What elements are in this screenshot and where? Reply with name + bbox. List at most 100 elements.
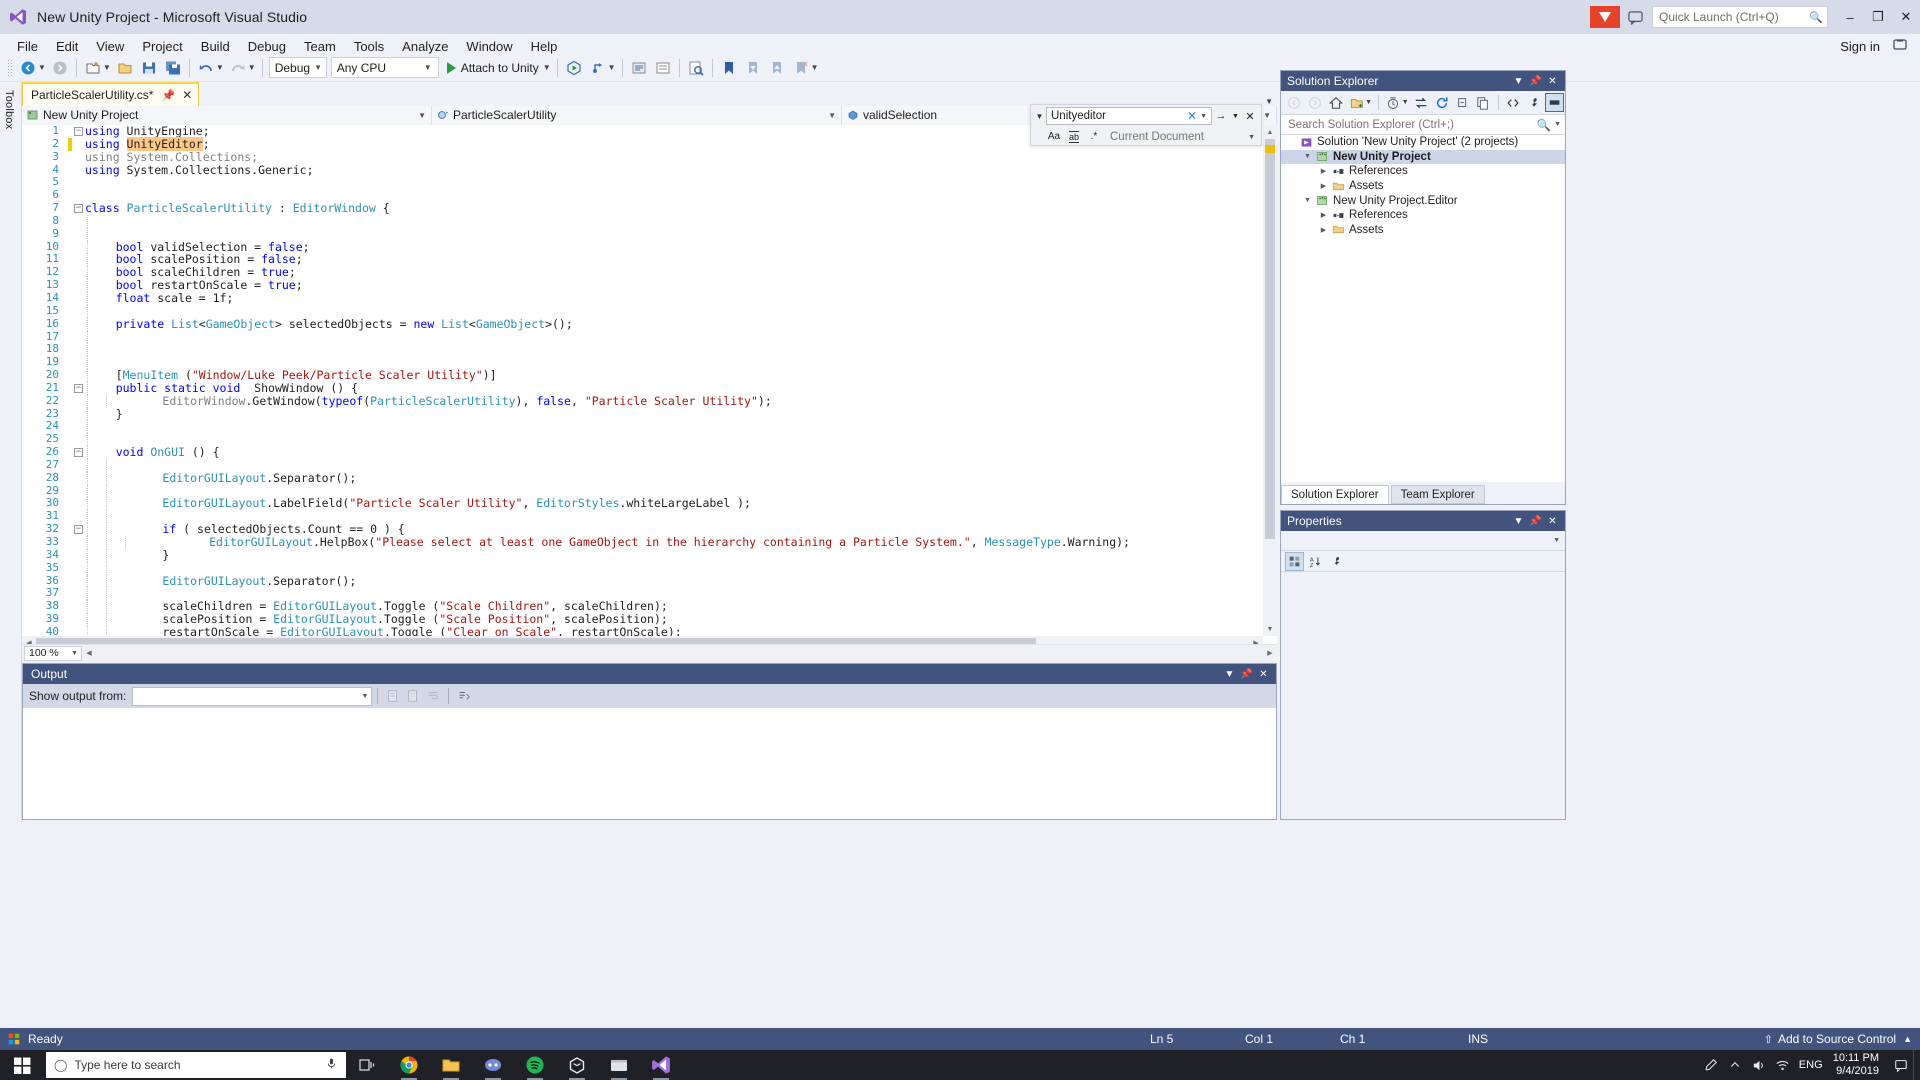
toolbar-grip[interactable] xyxy=(7,58,13,77)
tab-team-explorer[interactable]: Team Explorer xyxy=(1390,485,1485,504)
windows-start-icon[interactable] xyxy=(0,1050,45,1080)
tree-item[interactable]: ▼ New Unity Project.Editor xyxy=(1281,193,1565,208)
maximize-button[interactable]: ❐ xyxy=(1864,0,1892,34)
home-icon[interactable] xyxy=(1327,93,1346,112)
tree-item[interactable]: Solution 'New Unity Project' (2 projects… xyxy=(1281,135,1565,150)
comment-icon[interactable] xyxy=(628,57,650,79)
attach-dropdown-icon[interactable]: ▼ xyxy=(543,63,551,72)
window-dropdown-icon[interactable]: ▼ xyxy=(1510,513,1527,530)
add-new-item-icon[interactable] xyxy=(1347,93,1366,112)
add-to-source-control-button[interactable]: ⇧ Add to Source Control ▲ xyxy=(1764,1032,1912,1046)
redo-dropdown-icon[interactable]: ▼ xyxy=(248,63,256,72)
toggle-wordwrap-icon[interactable] xyxy=(423,686,443,706)
chevron-down-icon[interactable]: ▼ xyxy=(1301,197,1314,204)
next-bookmark-icon[interactable] xyxy=(766,57,788,79)
code-line[interactable]: 17 xyxy=(22,330,1263,344)
action-center-icon[interactable] xyxy=(1889,1050,1913,1080)
code-line[interactable]: 18 xyxy=(22,342,1263,357)
code-line[interactable]: 14 float scale = 1f; xyxy=(22,291,1263,305)
zoom-level-combo[interactable]: 100 % ▼ xyxy=(24,645,82,661)
tree-item[interactable]: ▶ References xyxy=(1281,208,1565,223)
find-next-arrow-icon[interactable]: → xyxy=(1212,107,1230,125)
navbar-project-combo[interactable]: New Unity Project ▼ xyxy=(22,105,432,125)
code-line[interactable]: 5 xyxy=(22,176,1263,189)
close-button[interactable]: ✕ xyxy=(1892,0,1920,34)
chevron-right-icon[interactable]: ▶ xyxy=(1317,182,1330,190)
code-line[interactable]: 7− class ParticleScalerUtility : EditorWi… xyxy=(22,201,1263,215)
feedback-smiley-icon[interactable] xyxy=(1624,6,1646,28)
toolbox-strip[interactable]: Toolbox xyxy=(0,82,22,822)
window-dropdown-icon[interactable]: ▼ xyxy=(1221,666,1238,683)
taskbar-unity-icon[interactable] xyxy=(556,1050,598,1080)
close-icon[interactable]: ✕ xyxy=(1544,73,1561,90)
sync-with-active-document-icon[interactable] xyxy=(1412,93,1431,112)
clock[interactable]: 10:11 PM 9/4/2019 xyxy=(1827,1052,1889,1078)
new-project-dropdown-icon[interactable]: ▼ xyxy=(103,63,111,72)
navigate-back-dropdown-icon[interactable]: ▼ xyxy=(38,63,46,72)
navbar-type-combo[interactable]: ParticleScalerUtility ▼ xyxy=(432,105,842,125)
new-project-icon[interactable] xyxy=(82,57,104,79)
close-icon[interactable]: ✕ xyxy=(182,88,192,102)
attach-to-unity-button[interactable]: Attach to Unity xyxy=(441,61,545,75)
solution-platform-combo[interactable]: Any CPU ▼ xyxy=(330,57,439,78)
uncomment-icon[interactable] xyxy=(652,57,674,79)
clear-all-icon[interactable] xyxy=(403,686,423,706)
refresh-icon[interactable] xyxy=(1432,93,1451,112)
dropdown-caret-icon[interactable]: ▼ xyxy=(1200,113,1209,120)
step-icon[interactable] xyxy=(587,57,609,79)
search-dropdown-icon[interactable]: ▼ xyxy=(1551,121,1561,128)
code-line[interactable]: 24 xyxy=(22,420,1263,434)
pin-icon[interactable]: 📌 xyxy=(161,89,175,102)
taskbar-file-explorer-icon[interactable] xyxy=(430,1050,472,1080)
taskbar-terminal-icon[interactable] xyxy=(598,1050,640,1080)
code-line[interactable]: 33 EditorGUILayout.HelpBox("Please selec… xyxy=(22,535,1263,549)
navigate-back-icon[interactable] xyxy=(17,57,39,79)
code-editor[interactable]: 1− using UnityEngine; 2 using UnityEditor; 3… xyxy=(22,125,1277,650)
find-input[interactable]: Unityeditor ✕ ▼ xyxy=(1046,107,1212,125)
chevron-right-icon[interactable]: ▶ xyxy=(1317,211,1330,219)
close-icon[interactable]: ✕ xyxy=(1255,666,1272,683)
code-text-area[interactable]: 1− using UnityEngine; 2 using UnityEditor; 3… xyxy=(22,125,1263,636)
taskbar-search-input[interactable]: ◯ Type here to search xyxy=(46,1052,346,1078)
step-dropdown-icon[interactable]: ▼ xyxy=(608,63,616,72)
collapse-all-icon[interactable] xyxy=(1453,93,1472,112)
add-new-item-dropdown-icon[interactable]: ▼ xyxy=(1365,99,1372,106)
view-code-icon[interactable] xyxy=(1504,93,1523,112)
notification-flag-icon[interactable] xyxy=(1590,6,1620,28)
vertical-scroll-thumb[interactable] xyxy=(1265,139,1275,539)
code-line[interactable]: 30 EditorGUILayout.LabelField("Particle … xyxy=(22,497,1263,511)
scroll-left-icon[interactable]: ◀ xyxy=(82,646,96,660)
chevron-right-icon[interactable]: ▶ xyxy=(1317,167,1330,175)
taskbar-discord-icon[interactable] xyxy=(472,1050,514,1080)
tree-item[interactable]: ▼ New Unity Project xyxy=(1281,149,1565,165)
undo-icon[interactable] xyxy=(195,57,217,79)
output-text-area[interactable] xyxy=(23,708,1276,819)
find-options-caret-icon[interactable]: ▼ xyxy=(1230,107,1241,125)
pen-icon[interactable] xyxy=(1699,1050,1723,1080)
code-line[interactable]: 40 restartOnScale = EditorGUILayout.Togg… xyxy=(22,625,1263,636)
taskbar-visual-studio-icon[interactable] xyxy=(640,1050,682,1080)
code-line[interactable]: 4 using System.Collections.Generic; xyxy=(22,163,1263,177)
collapse-outline-icon[interactable]: − xyxy=(72,125,85,138)
collapse-outline-icon[interactable]: − xyxy=(72,523,85,536)
volume-icon[interactable] xyxy=(1747,1050,1771,1080)
find-in-files-icon[interactable] xyxy=(685,57,707,79)
preview-selected-items-icon[interactable] xyxy=(1545,93,1565,112)
language-indicator[interactable]: ENG xyxy=(1795,1050,1827,1080)
collapse-outline-icon[interactable]: − xyxy=(72,446,85,459)
solution-explorer-search-input[interactable]: Search Solution Explorer (Ctrl+;) 🔍 ▼ xyxy=(1281,114,1565,135)
pending-changes-icon[interactable] xyxy=(1384,93,1403,112)
find-replace-widget[interactable]: ▼ Unityeditor ✕ ▼ → ▼ ✕ Aa ab .* Current… xyxy=(1030,104,1262,146)
redo-icon[interactable] xyxy=(227,57,249,79)
previous-bookmark-icon[interactable] xyxy=(742,57,764,79)
show-desktop-button[interactable] xyxy=(1913,1050,1920,1080)
code-line[interactable]: 22 EditorWindow.GetWindow(typeof(Particl… xyxy=(22,394,1263,408)
sign-in-link[interactable]: Sign in xyxy=(1840,39,1880,54)
tree-item[interactable]: ▶ Assets xyxy=(1281,179,1565,194)
alphabetical-icon[interactable]: AZ xyxy=(1306,552,1325,571)
tree-item[interactable]: ▶ References xyxy=(1281,164,1565,179)
back-icon[interactable] xyxy=(1285,93,1304,112)
clear-bookmarks-icon[interactable] xyxy=(790,57,812,79)
code-line[interactable]: 26− void OnGUI () { xyxy=(22,445,1263,459)
editor-vertical-scrollbar[interactable]: ▲ ▼ xyxy=(1263,125,1277,636)
